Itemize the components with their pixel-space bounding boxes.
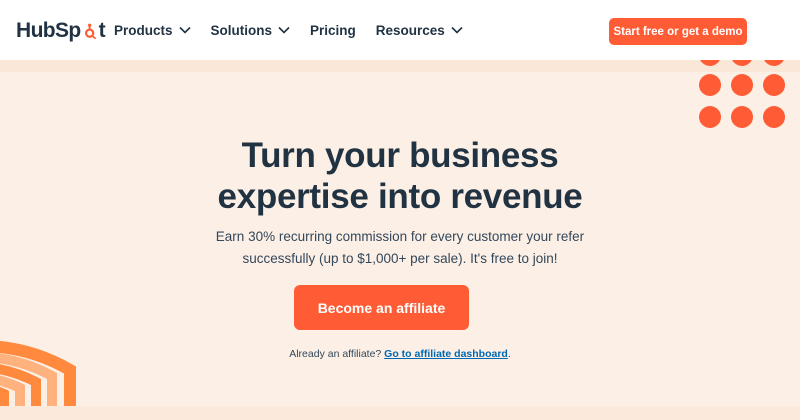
chevron-down-icon (278, 26, 290, 34)
become-affiliate-button[interactable]: Become an affiliate (294, 285, 469, 330)
hero-headline-line-2: expertise into revenue (217, 177, 583, 216)
hubspot-logo[interactable]: HubSp t (16, 19, 106, 43)
hero-subtext: Earn 30% recurring commission for every … (170, 226, 630, 270)
logo-text-end: t (98, 19, 106, 42)
chevron-down-icon (451, 26, 463, 34)
hubspot-sprocket-icon (84, 23, 96, 39)
hero-bottom-band (0, 406, 800, 420)
nav-pricing[interactable]: Pricing (310, 23, 356, 38)
nav-resources-label: Resources (375, 22, 445, 38)
affiliate-login-prompt: Already an affiliate? Go to affiliate da… (200, 348, 600, 360)
hero-section: Turn your business expertise into revenu… (0, 60, 800, 420)
hero-subtext-line-1: Earn 30% recurring commission for every … (215, 229, 585, 244)
nav-resources[interactable]: Resources (376, 23, 463, 38)
start-free-demo-button[interactable]: Start free or get a demo (609, 18, 747, 45)
logo-text-start: HubSp (16, 19, 81, 42)
hero-headline-line-1: Turn your business (241, 136, 559, 175)
site-header: HubSp t Products Solutions Pricing Resou… (0, 0, 800, 60)
nav-products-label: Products (114, 22, 173, 38)
nav-products[interactable]: Products (114, 23, 191, 38)
hero-subtext-line-2: successfully (up to $1,000+ per sale). I… (242, 251, 558, 266)
chevron-down-icon (178, 26, 191, 34)
already-affiliate-text: Already an affiliate? (289, 348, 385, 360)
already-affiliate-suffix: . (507, 348, 511, 360)
main-nav: Products Solutions Pricing Resources (114, 0, 483, 60)
affiliate-dashboard-link[interactable]: Go to affiliate dashboard (384, 348, 508, 360)
hero-headline: Turn your business expertise into revenu… (150, 135, 650, 217)
nav-pricing-label: Pricing (310, 22, 356, 38)
nav-solutions[interactable]: Solutions (211, 23, 291, 38)
nav-solutions-label: Solutions (210, 22, 273, 38)
